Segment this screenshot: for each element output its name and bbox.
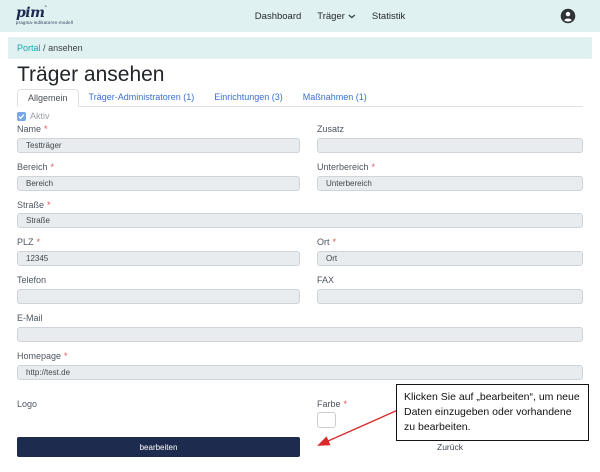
required-marker: *	[344, 399, 348, 409]
bearbeiten-button[interactable]: bearbeiten	[17, 437, 300, 457]
aktiv-checkbox	[17, 112, 26, 121]
nav-statistik-label: Statistik	[372, 11, 405, 22]
main-nav: Dashboard Träger Statistik	[255, 11, 405, 22]
field-unterbereich: Unterbereich*	[317, 162, 583, 191]
logo-wordmark: pim°	[16, 6, 73, 20]
field-telefon: Telefon	[17, 275, 300, 304]
field-bereich-label: Bereich*	[17, 162, 300, 173]
breadcrumb-current: ansehen	[48, 43, 83, 53]
field-name: Name*	[17, 124, 300, 153]
field-telefon-label: Telefon	[17, 275, 300, 286]
field-logo: Logo	[17, 399, 300, 429]
field-strasse-label: Straße*	[17, 200, 583, 211]
aktiv-checkbox-row: Aktiv	[17, 111, 583, 121]
chevron-down-icon	[348, 14, 356, 19]
page-title: Träger ansehen	[17, 63, 583, 86]
required-marker: *	[44, 124, 48, 134]
aktiv-label: Aktiv	[30, 111, 50, 121]
app-logo[interactable]: pim° pragma-indikatoren-modell	[16, 6, 73, 25]
field-ort-label: Ort*	[317, 237, 583, 248]
required-marker: *	[333, 237, 337, 247]
zusatz-input	[317, 138, 583, 153]
farbe-color-swatch	[317, 412, 336, 428]
nav-dashboard-label: Dashboard	[255, 11, 301, 22]
required-marker: *	[372, 162, 376, 172]
tab-einrichtungen[interactable]: Einrichtungen (3)	[204, 89, 293, 106]
annotation-note: Klicken Sie auf „bearbeiten“, um neue Da…	[396, 384, 589, 441]
logo-tagline: pragma-indikatoren-modell	[16, 21, 73, 25]
field-email-label: E-Mail	[17, 313, 583, 324]
field-fax-label: FAX	[317, 275, 583, 286]
app-header: pim° pragma-indikatoren-modell Dashboard…	[0, 0, 600, 32]
field-name-label: Name*	[17, 124, 300, 135]
field-plz: PLZ*	[17, 237, 300, 266]
required-marker: *	[51, 162, 55, 172]
breadcrumb-separator: /	[43, 43, 46, 53]
telefon-input	[17, 289, 300, 304]
required-marker: *	[47, 200, 51, 210]
nav-traeger-label: Träger	[317, 11, 345, 22]
required-marker: *	[64, 351, 68, 361]
tab-bar: Allgemein Träger-Administratoren (1) Ein…	[17, 89, 583, 107]
user-account-icon[interactable]	[560, 8, 576, 24]
breadcrumb: Portal / ansehen	[8, 37, 592, 59]
field-fax: FAX	[317, 275, 583, 304]
nav-dashboard[interactable]: Dashboard	[255, 11, 301, 22]
field-logo-label: Logo	[17, 399, 300, 410]
name-input	[17, 138, 300, 153]
check-icon	[18, 113, 25, 120]
field-zusatz: Zusatz	[317, 124, 583, 153]
tab-allgemein[interactable]: Allgemein	[17, 89, 79, 107]
homepage-input	[17, 365, 583, 380]
bereich-input	[17, 176, 300, 191]
plz-input	[17, 251, 300, 266]
field-unterbereich-label: Unterbereich*	[317, 162, 583, 173]
fax-input	[317, 289, 583, 304]
field-plz-label: PLZ*	[17, 237, 300, 248]
ort-input	[317, 251, 583, 266]
unterbereich-input	[317, 176, 583, 191]
nav-traeger-dropdown[interactable]: Träger	[317, 11, 356, 22]
logo-trademark-mark: °	[44, 5, 46, 11]
required-marker: *	[37, 237, 41, 247]
tab-traeger-administratoren[interactable]: Träger-Administratoren (1)	[79, 89, 205, 106]
nav-statistik[interactable]: Statistik	[372, 11, 405, 22]
email-input	[17, 327, 583, 342]
breadcrumb-portal-link[interactable]: Portal	[17, 43, 41, 53]
strasse-input	[17, 213, 583, 228]
field-bereich: Bereich*	[17, 162, 300, 191]
traeger-ansehen-page: { "header": { "logo": {"text": "pim", "m…	[0, 0, 600, 472]
field-strasse: Straße*	[17, 200, 583, 229]
field-zusatz-label: Zusatz	[317, 124, 583, 135]
tab-massnahmen[interactable]: Maßnahmen (1)	[293, 89, 377, 106]
zurueck-link[interactable]: Zurück	[317, 442, 583, 452]
field-ort: Ort*	[317, 237, 583, 266]
field-homepage: Homepage*	[17, 351, 583, 380]
field-email: E-Mail	[17, 313, 583, 342]
field-homepage-label: Homepage*	[17, 351, 583, 362]
